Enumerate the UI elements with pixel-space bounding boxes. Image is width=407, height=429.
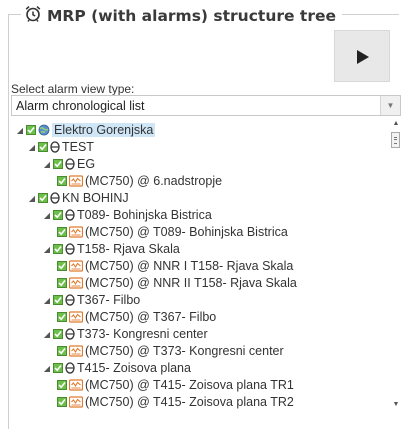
tree-checkbox[interactable] — [53, 159, 63, 169]
tree-checkbox[interactable] — [57, 397, 67, 407]
expand-toggle-icon[interactable]: ◢ — [42, 211, 52, 220]
node-icon — [65, 294, 75, 306]
tree-item-label: T373- Kongresni center — [77, 327, 208, 341]
scrollbar-thumb[interactable] — [391, 132, 400, 148]
tree-checkbox[interactable] — [57, 278, 67, 288]
tree-item-label: (MC750) @ T089- Bohinjska Bistrica — [85, 225, 288, 239]
tree-checkbox[interactable] — [57, 346, 67, 356]
tree-item-label: T089- Bohinjska Bistrica — [77, 208, 212, 222]
device-icon — [69, 345, 83, 357]
panel-header: MRP (with alarms) structure tree — [21, 5, 342, 27]
tree-checkbox[interactable] — [53, 329, 63, 339]
device-icon — [69, 277, 83, 289]
tree-node-item[interactable]: ◢ T373- Kongresni center — [42, 326, 208, 342]
tree-item-label: TEST — [62, 140, 94, 154]
panel-title: MRP (with alarms) structure tree — [47, 7, 336, 25]
tree-item-label: (MC750) @ T415- Zoisova plana TR2 — [85, 395, 294, 409]
tree-checkbox[interactable] — [57, 176, 67, 186]
tree-device-item[interactable]: (MC750) @ NNR II T158- Rjava Skala — [57, 275, 297, 291]
tree-checkbox[interactable] — [53, 295, 63, 305]
tree-checkbox[interactable] — [53, 363, 63, 373]
tree-node-item[interactable]: ◢ T089- Bohinjska Bistrica — [42, 207, 212, 223]
tree-checkbox[interactable] — [57, 261, 67, 271]
tree-device-item[interactable]: (MC750) @ T415- Zoisova plana TR1 — [57, 377, 294, 393]
tree-root-item[interactable]: ◢ Elektro Gorenjska — [15, 122, 156, 138]
node-icon — [50, 192, 60, 204]
globe-icon — [38, 124, 50, 136]
expand-toggle-icon[interactable]: ◢ — [15, 126, 25, 135]
device-icon — [69, 175, 83, 187]
alarm-view-type-label: Select alarm view type: — [11, 82, 135, 96]
device-icon — [69, 396, 83, 408]
tree-checkbox[interactable] — [26, 125, 36, 135]
node-icon — [65, 243, 75, 255]
tree-checkbox[interactable] — [57, 227, 67, 237]
play-button[interactable] — [334, 30, 390, 82]
device-icon — [69, 226, 83, 238]
tree-item-label: T415- Zoisova plana — [77, 361, 191, 375]
tree-item-label: T367- Filbo — [77, 293, 141, 307]
tree-device-item[interactable]: (MC750) @ T089- Bohinjska Bistrica — [57, 224, 288, 240]
tree-checkbox[interactable] — [38, 193, 48, 203]
tree-item-label: (MC750) @ NNR II T158- Rjava Skala — [85, 276, 297, 290]
node-icon — [65, 328, 75, 340]
tree-item-label: (MC750) @ NNR I T158- Rjava Skala — [85, 259, 294, 273]
tree-node-item[interactable]: ◢ T415- Zoisova plana — [42, 360, 191, 376]
node-icon — [65, 209, 75, 221]
expand-toggle-icon[interactable]: ◢ — [42, 364, 52, 373]
tree-item-label: EG — [77, 157, 96, 171]
device-icon — [69, 260, 83, 272]
tree-item-label: (MC750) @ 6.nadstropje — [85, 174, 223, 188]
tree-device-item[interactable]: (MC750) @ 6.nadstropje — [57, 173, 222, 189]
node-icon — [50, 141, 60, 153]
tree-checkbox[interactable] — [57, 312, 67, 322]
tree-device-item[interactable]: (MC750) @ NNR I T158- Rjava Skala — [57, 258, 293, 274]
node-icon — [65, 362, 75, 374]
chevron-down-icon[interactable]: ▼ — [380, 96, 400, 115]
device-icon — [69, 379, 83, 391]
expand-toggle-icon[interactable]: ◢ — [42, 160, 52, 169]
tree-node-item[interactable]: ◢ KN BOHINJ — [27, 190, 129, 206]
scroll-down-icon[interactable]: ▼ — [390, 399, 402, 410]
expand-toggle-icon[interactable]: ◢ — [42, 245, 52, 254]
tree-item-label: (MC750) @ T373- Kongresni center — [85, 344, 284, 358]
tree-item-label: (MC750) @ T367- Filbo — [85, 310, 217, 324]
tree-item-label: (MC750) @ T415- Zoisova plana TR1 — [85, 378, 294, 392]
tree-device-item[interactable]: (MC750) @ T373- Kongresni center — [57, 343, 284, 359]
alarm-view-type-select[interactable]: Alarm chronological list ▼ — [11, 95, 401, 116]
tree-node-item[interactable]: ◢ TEST — [27, 139, 94, 155]
tree-node-item[interactable]: ◢ T158- Rjava Skala — [42, 241, 180, 257]
tree-checkbox[interactable] — [38, 142, 48, 152]
scroll-up-icon[interactable]: ▲ — [390, 118, 402, 129]
structure-tree: ◢ Elektro Gorenjska ◢ TEST ◢ EG (MC750) @ 6.na… — [11, 118, 401, 410]
tree-device-item[interactable]: (MC750) @ T367- Filbo — [57, 309, 216, 325]
expand-toggle-icon[interactable]: ◢ — [42, 296, 52, 305]
tree-node-item[interactable]: ◢ T367- Filbo — [42, 292, 140, 308]
tree-item-label: T158- Rjava Skala — [77, 242, 180, 256]
node-icon — [65, 158, 75, 170]
tree-checkbox[interactable] — [57, 380, 67, 390]
alarm-clock-icon — [25, 5, 41, 27]
tree-node-item[interactable]: ◢ EG — [42, 156, 95, 172]
expand-toggle-icon[interactable]: ◢ — [27, 194, 37, 203]
tree-checkbox[interactable] — [53, 210, 63, 220]
device-icon — [69, 311, 83, 323]
alarm-view-type-value: Alarm chronological list — [16, 99, 145, 113]
tree-device-item[interactable]: (MC750) @ T415- Zoisova plana TR2 — [57, 394, 294, 410]
tree-item-label: Elektro Gorenjska — [52, 123, 156, 137]
expand-toggle-icon[interactable]: ◢ — [42, 330, 52, 339]
tree-scrollbar[interactable]: ▲ ▼ — [390, 118, 402, 410]
tree-item-label: KN BOHINJ — [62, 191, 129, 205]
expand-toggle-icon[interactable]: ◢ — [27, 143, 37, 152]
tree-checkbox[interactable] — [53, 244, 63, 254]
